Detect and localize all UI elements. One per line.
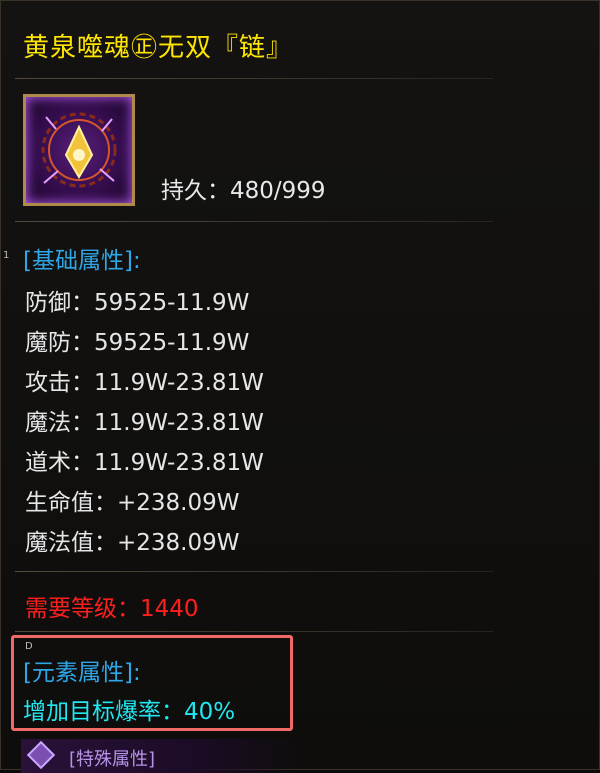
stat-magic-defense: 魔防：59525-11.9W bbox=[25, 330, 250, 356]
stat-defense: 防御：59525-11.9W bbox=[25, 290, 250, 316]
item-tooltip: 黄泉噬魂㊣无双『链』 持久：480/999 1 [基础属性]: 防御：59525… bbox=[0, 0, 600, 773]
divider bbox=[15, 571, 493, 572]
drop-rate-stat: 增加目标爆率：40% bbox=[23, 699, 236, 725]
element-attributes-header: [元素属性]: bbox=[23, 660, 141, 686]
level-requirement: 需要等级：1440 bbox=[25, 596, 199, 622]
side-mark: 1 bbox=[3, 250, 10, 261]
side-mark-elem: D bbox=[25, 641, 33, 652]
base-attributes-header: [基础属性]: bbox=[23, 248, 141, 274]
divider bbox=[15, 78, 493, 79]
stat-mp: 魔法值：+238.09W bbox=[25, 530, 240, 556]
item-name: 黄泉噬魂㊣无双『链』 bbox=[23, 33, 294, 63]
special-attributes-label: [特殊属性] bbox=[69, 749, 156, 770]
stat-attack: 攻击：11.9W-23.81W bbox=[25, 370, 264, 396]
necklace-icon bbox=[23, 94, 135, 206]
divider bbox=[15, 221, 493, 222]
stat-hp: 生命值：+238.09W bbox=[25, 490, 240, 516]
special-attributes-bar[interactable] bbox=[21, 739, 301, 773]
durability-text: 持久：480/999 bbox=[161, 178, 326, 204]
divider bbox=[15, 631, 493, 632]
stat-magic: 魔法：11.9W-23.81W bbox=[25, 410, 264, 436]
stat-taoism: 道术：11.9W-23.81W bbox=[25, 450, 264, 476]
